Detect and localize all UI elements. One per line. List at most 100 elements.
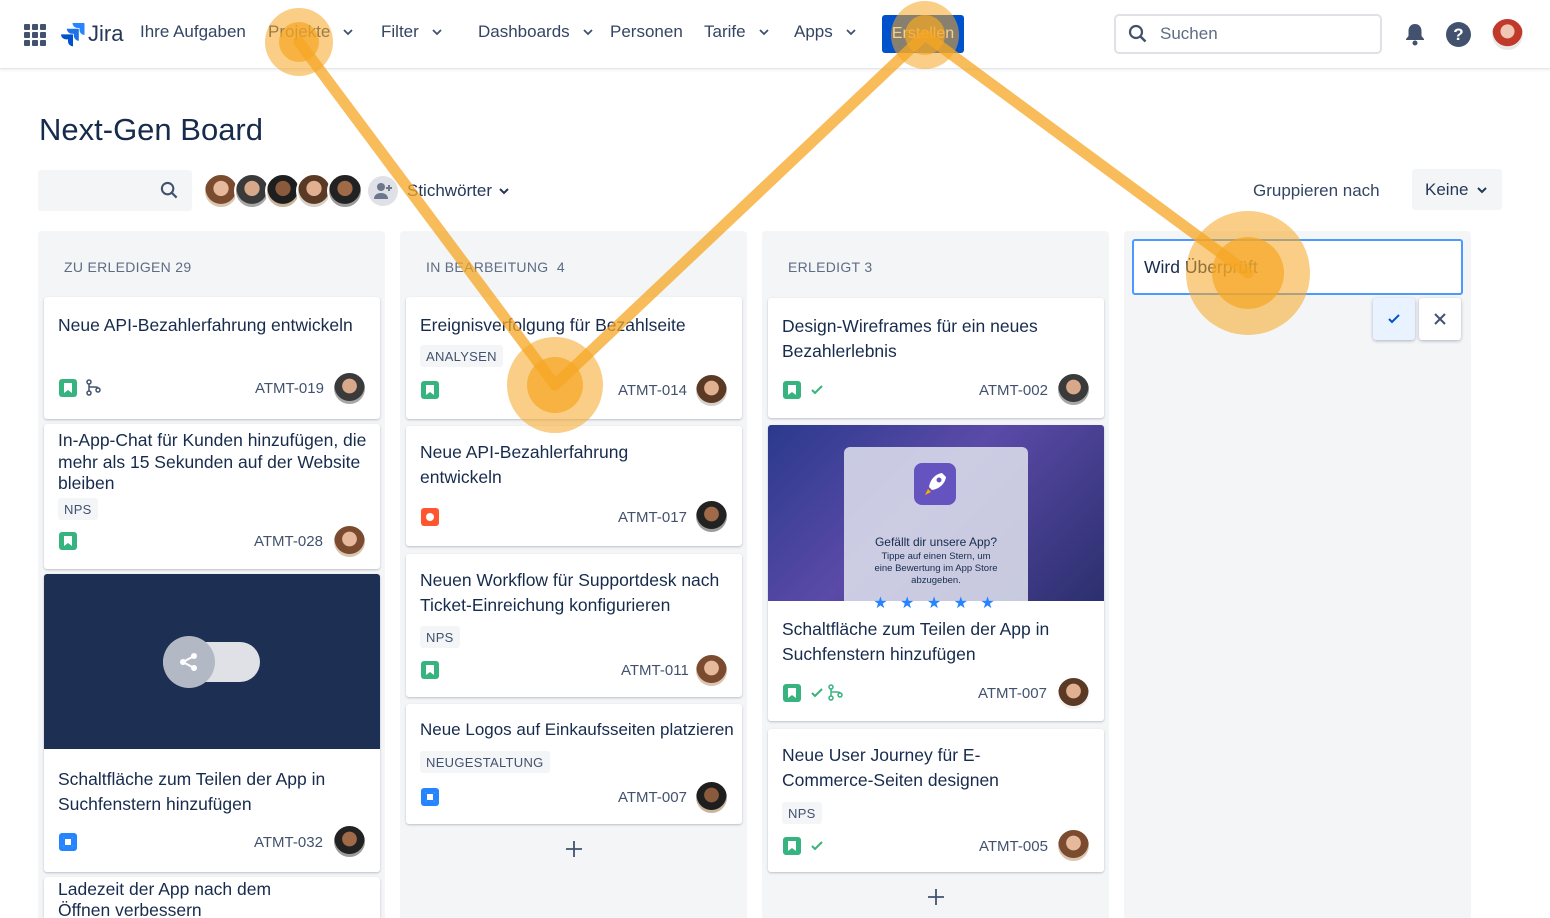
cancel-button[interactable]	[1419, 298, 1461, 340]
bug-icon	[421, 508, 439, 526]
nav-label: Personen	[610, 22, 683, 41]
card-title: Design-Wireframes für ein neues Bezahler…	[782, 316, 1038, 361]
card-title: Schaltfläche zum Teilen der App in Suchf…	[782, 619, 1050, 664]
done-check-icon	[811, 688, 823, 698]
done-check-icon	[811, 385, 823, 395]
assignee-filter	[203, 173, 398, 209]
top-navigation: Jira Ihre Aufgaben Projekte Filter Dashb…	[0, 0, 1550, 69]
avatar	[696, 655, 727, 686]
issue-key: ATMT-007	[618, 789, 687, 806]
tags-filter[interactable]: Stichwörter	[407, 181, 510, 201]
issue-card[interactable]: Neue Logos auf Einkaufsseiten platzieren…	[406, 704, 742, 824]
issue-card[interactable]: Neue API-Bezahlerfahrung entwickeln ATMT…	[406, 426, 742, 546]
card-label: NPS	[420, 626, 460, 648]
nav-ihre-aufgaben[interactable]: Ihre Aufgaben	[140, 22, 246, 42]
column-done: ERLEDIGT 3 Design-Wireframes für ein neu…	[762, 231, 1109, 918]
avatar	[1058, 830, 1089, 861]
card-label: ANALYSEN	[420, 345, 503, 367]
card-cover-image: Gefällt dir unsere App? Tippe auf einen …	[768, 425, 1104, 612]
nav-projekte[interactable]: Projekte	[268, 22, 354, 42]
global-search[interactable]	[1114, 14, 1382, 54]
nav-label: Tarife	[704, 22, 746, 41]
add-person-button[interactable]	[368, 176, 398, 206]
column-header: ZU ERLEDIGEN 29	[64, 259, 192, 275]
avatar	[696, 375, 727, 406]
jira-logo[interactable]: Jira	[60, 18, 123, 50]
issue-key: ATMT-032	[254, 834, 323, 851]
page-title: Next-Gen Board	[39, 112, 263, 147]
nav-label: Dashboards	[478, 22, 570, 41]
issue-card[interactable]: Neue User Journey für E-Commerce-Seiten …	[768, 729, 1104, 872]
issue-card[interactable]: Gefällt dir unsere App? Tippe auf einen …	[768, 425, 1104, 721]
issue-key: ATMT-011	[621, 662, 689, 679]
group-by-value: Keine	[1425, 179, 1469, 199]
task-icon	[421, 788, 439, 806]
help-icon[interactable]: ?	[1446, 22, 1471, 47]
card-title: Ladezeit der App nach dem Öffnen verbess…	[58, 879, 272, 918]
issue-card[interactable]: Ereignisverfolgung für Bezahlseite ANALY…	[406, 297, 742, 419]
issue-card[interactable]: Neue API-Bezahlerfahrung entwickeln ATMT…	[44, 297, 380, 419]
add-person-icon	[374, 183, 392, 199]
avatar	[334, 826, 365, 857]
bell-icon[interactable]	[1402, 21, 1428, 47]
branch-icon	[828, 684, 843, 701]
card-title: In-App-Chat für Kunden hinzufügen, die m…	[58, 430, 367, 493]
group-by-select[interactable]: Keine	[1412, 169, 1502, 210]
issue-key: ATMT-014	[618, 382, 687, 399]
issue-card[interactable]: Ladezeit der App nach dem Öffnen verbess…	[44, 877, 380, 918]
story-icon	[421, 381, 439, 399]
nav-apps[interactable]: Apps	[794, 22, 857, 42]
nav-filter[interactable]: Filter	[381, 22, 443, 42]
done-check-icon	[811, 841, 823, 851]
avatar[interactable]	[327, 173, 363, 209]
card-title: Ereignisverfolgung für Bezahlseite	[420, 315, 686, 335]
card-title: Neue Logos auf Einkaufsseiten platzieren	[420, 720, 734, 739]
column-header: ERLEDIGT 3	[788, 259, 873, 275]
chevron-down-icon	[583, 29, 593, 36]
column-name-input[interactable]	[1132, 239, 1463, 295]
avatar	[334, 526, 365, 557]
avatar	[696, 782, 727, 813]
user-avatar[interactable]	[1492, 19, 1523, 50]
chevron-down-icon	[846, 29, 856, 36]
card-cover-image	[44, 574, 380, 749]
issue-card[interactable]: Neuen Workflow für Supportdesk nach Tick…	[406, 554, 742, 697]
nav-label: Filter	[381, 22, 419, 41]
add-icon[interactable]	[926, 887, 946, 907]
card-title: Neue User Journey für E-Commerce-Seiten …	[782, 745, 999, 790]
nav-tarife[interactable]: Tarife	[704, 22, 770, 42]
chevron-down-icon	[432, 29, 442, 36]
task-icon	[59, 833, 77, 851]
column-header: IN BEARBEITUNG 4	[426, 259, 565, 275]
issue-card[interactable]: Schaltfläche zum Teilen der App in Suchf…	[44, 574, 380, 872]
column-todo: ZU ERLEDIGEN 29 Neue API-Bezahlerfahrung…	[38, 231, 385, 918]
nav-label: Projekte	[268, 22, 331, 41]
nav-dashboards[interactable]: Dashboards	[478, 22, 594, 42]
avatar	[1058, 678, 1089, 709]
card-label: NPS	[782, 802, 822, 824]
create-button[interactable]: Erstellen	[882, 15, 964, 53]
issue-card[interactable]: Design-Wireframes für ein neues Bezahler…	[768, 298, 1104, 418]
nav-personen[interactable]: Personen	[610, 22, 683, 42]
issue-card[interactable]: In-App-Chat für Kunden hinzufügen, die m…	[44, 424, 380, 569]
avatar	[334, 373, 365, 404]
search-input[interactable]	[1160, 24, 1360, 44]
group-by-label: Gruppieren nach	[1253, 181, 1380, 200]
issue-key: ATMT-017	[618, 509, 687, 526]
issue-key: ATMT-005	[979, 838, 1048, 855]
confirm-button[interactable]	[1373, 298, 1415, 340]
issue-key: ATMT-019	[255, 380, 324, 397]
chevron-down-icon	[343, 29, 354, 36]
add-icon[interactable]	[564, 839, 584, 859]
issue-key: ATMT-007	[978, 685, 1047, 702]
share-icon	[163, 636, 215, 688]
tags-filter-label: Stichwörter	[407, 181, 493, 200]
card-title: Neue API-Bezahlerfahrung entwickeln	[58, 315, 353, 335]
story-icon	[783, 684, 801, 702]
board-search-input[interactable]	[38, 170, 192, 211]
dialog-text: Tippe auf einen Stern, um eine Bewertung…	[874, 551, 998, 586]
app-name: Jira	[88, 21, 124, 46]
app-switcher-icon[interactable]	[24, 24, 46, 46]
jira-logo-icon	[61, 23, 85, 47]
chevron-down-icon	[1477, 186, 1488, 193]
